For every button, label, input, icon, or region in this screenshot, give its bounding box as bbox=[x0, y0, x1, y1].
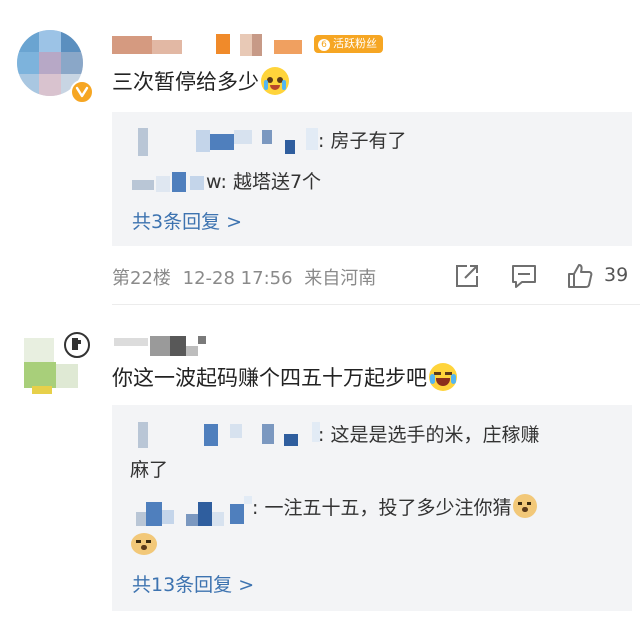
doge-emoji-icon bbox=[513, 494, 538, 518]
fan-badge[interactable]: 6 活跃粉丝 bbox=[314, 35, 383, 53]
more-replies-link[interactable]: 共13条回复 > bbox=[132, 570, 254, 597]
reply-text: w: 越塔送7个 bbox=[206, 171, 322, 193]
timestamp: 12-28 17:56 bbox=[182, 268, 293, 289]
reply-text-continued: 麻了 bbox=[130, 459, 169, 481]
comment-divider bbox=[112, 304, 640, 305]
more-replies-link[interactable]: 共3条回复 > bbox=[132, 207, 242, 234]
reply-text: : 一注五十五，投了多少注你猜 bbox=[252, 493, 538, 520]
reply-text: : 房子有了 bbox=[318, 130, 407, 152]
comment-icon[interactable] bbox=[510, 263, 538, 289]
comment-meta: 第22楼 12-28 17:56 来自河南 bbox=[112, 264, 376, 290]
reply-text: : 这是是选手的米，庄稼赚 bbox=[318, 424, 540, 446]
user-badge-icon bbox=[64, 332, 90, 358]
verified-v-icon bbox=[70, 80, 94, 104]
badge-level: 6 bbox=[318, 39, 330, 51]
floor-number: 第22楼 bbox=[112, 268, 171, 289]
like-count: 39 bbox=[604, 264, 629, 286]
badge-label: 活跃粉丝 bbox=[333, 37, 377, 50]
thumbs-up-icon bbox=[566, 262, 594, 290]
share-icon[interactable] bbox=[454, 263, 480, 289]
comment-text: 你这一波起码赚个四五十万起步吧 bbox=[112, 362, 457, 392]
laughing-crying-emoji-icon bbox=[429, 363, 457, 391]
like-button[interactable]: 39 bbox=[566, 261, 636, 291]
doge-emoji-icon bbox=[131, 533, 157, 555]
crying-face-emoji-icon bbox=[261, 67, 289, 95]
comment-text: 三次暂停给多少 bbox=[112, 66, 289, 96]
location: 来自河南 bbox=[304, 268, 377, 289]
